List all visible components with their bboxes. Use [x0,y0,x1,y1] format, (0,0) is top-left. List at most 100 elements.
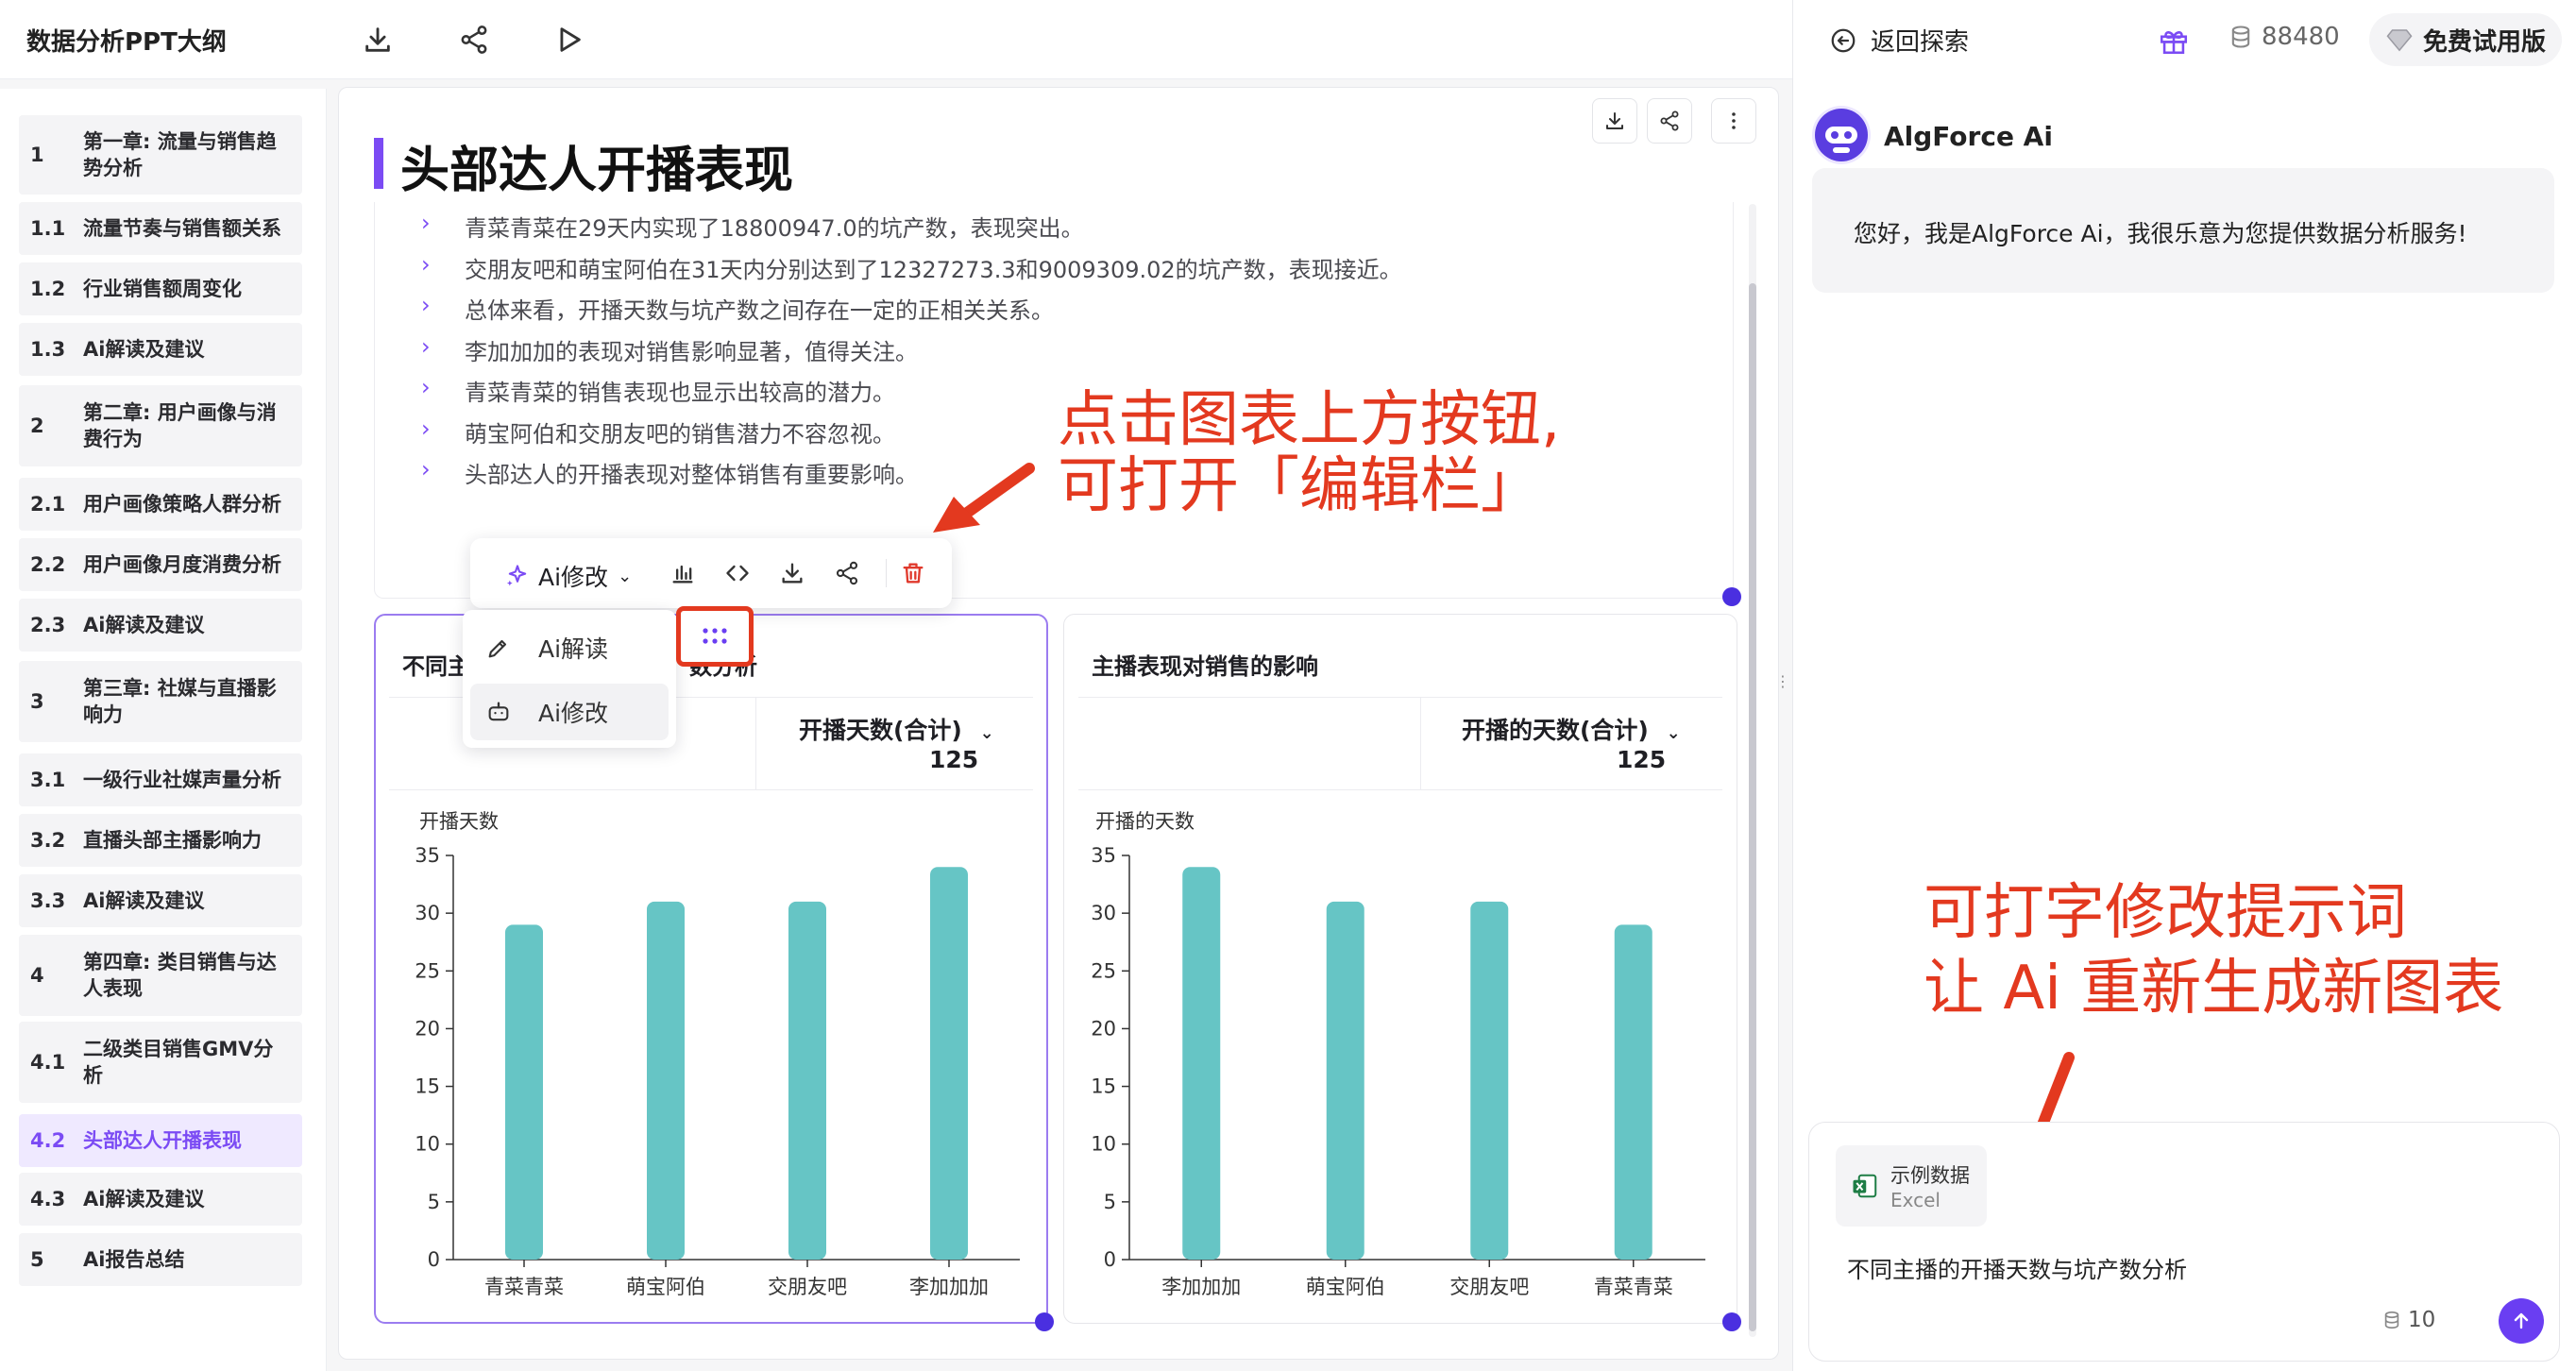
outline-item[interactable]: 4.1 二级类目销售GMV分析 [19,1022,302,1103]
gift-button[interactable] [2158,25,2190,60]
chevron-right-icon: › [421,292,431,318]
x-tick-label: 青菜青菜 [484,1276,564,1298]
outline-item[interactable]: 2.2 用户画像月度消费分析 [19,538,302,591]
download-icon [365,27,390,52]
menu-item-ai-interpret[interactable]: Ai解读 [470,619,669,676]
outline-item[interactable]: 3.3 Ai解读及建议 [19,874,302,927]
insight-text: 总体来看，开播天数与坑产数之间存在一定的正相关关系。 [465,297,1054,324]
outline-item-number: 4.2 [30,1129,66,1152]
y-tick-label: 35 [415,844,440,867]
attachment-name: 示例数据 [1890,1164,1970,1187]
chart-card-title: 不同主 [402,653,470,680]
outline-item[interactable]: 5 Ai报告总结 [19,1233,302,1286]
outline-item-label: 行业销售额周变化 [83,278,242,300]
outline-item[interactable]: 2.3 Ai解读及建议 [19,599,302,652]
outline-item[interactable]: 3.1 一级行业社媒声量分析 [19,753,302,806]
outline-item[interactable]: 3.2 直播头部主播影响力 [19,814,302,867]
menu-item-ai-edit[interactable]: Ai修改 [470,684,669,740]
outline-item-number: 1 [30,144,44,166]
slide-more-button[interactable] [1711,98,1756,144]
grid-menu-button[interactable] [676,606,754,667]
scrollbar-thumb[interactable] [1749,283,1756,1331]
chart-download-button[interactable] [774,555,810,591]
slide-download-button[interactable] [1592,98,1637,144]
insight-text: 青菜青菜的销售表现也显示出较高的潜力。 [465,380,895,406]
chat-input-area[interactable]: 示例数据 Excel 不同主播的开播天数与坑产数分析 10 [1808,1122,2560,1362]
resize-handle[interactable] [1722,1312,1741,1331]
metric-dropdown[interactable]: 开播的天数(合计) ⌄ [1462,712,1681,746]
outline-item[interactable]: 2.1 用户画像策略人群分析 [19,478,302,531]
outline-item-label: 第一章: 流量与销售趋势分析 [83,130,277,179]
outline-item-number: 2.2 [30,553,66,576]
share-icon [1660,110,1679,131]
free-trial-button[interactable]: 免费试用版 [2369,13,2562,66]
outline-item-label: 流量节奏与销售额关系 [83,217,281,240]
document-title: 数据分析PPT大纲 [26,28,227,57]
metric-value: 125 [1617,746,1667,773]
y-tick-label: 5 [1104,1191,1116,1213]
y-tick-label: 20 [1091,1017,1116,1040]
outline-item-number: 4 [30,964,44,987]
cost-value: 10 [2408,1308,2436,1332]
y-tick-label: 0 [1104,1248,1116,1271]
outline-item-label: 直播头部主播影响力 [83,829,262,852]
y-tick-label: 10 [1091,1133,1116,1156]
y-tick-label: 30 [415,902,440,924]
chart-share-button[interactable] [829,555,865,591]
prompt-input[interactable]: 不同主播的开播天数与坑产数分析 [1847,1251,2187,1284]
slide-share-button[interactable] [1647,98,1692,144]
chart-delete-button[interactable] [895,555,931,591]
outline-item[interactable]: 4.3 Ai解读及建议 [19,1173,302,1226]
outline-item-number: 1.3 [30,338,66,361]
attachment-type: Excel [1890,1189,1940,1211]
attachment-chip[interactable]: 示例数据 Excel [1836,1145,1987,1227]
download-button[interactable] [357,19,398,60]
robot-icon [1815,109,1868,161]
outline-item[interactable]: 1.3 Ai解读及建议 [19,323,302,376]
back-button[interactable]: 返回探索 [1829,23,1969,58]
outline-item[interactable]: 4 第四章: 类目销售与达人表现 [19,935,302,1016]
divider [886,559,887,587]
divider [755,697,756,789]
ai-edit-menu-button[interactable]: Ai修改 ⌄ [504,559,632,593]
outline-item[interactable]: 1.2 行业销售额周变化 [19,262,302,315]
divider [1078,789,1722,790]
share-button[interactable] [453,19,495,60]
chart-card-title: 主播表现对销售的影响 [1092,653,1318,680]
send-button[interactable] [2499,1298,2544,1344]
annotation-text: 让 Ai 重新生成新图表 [1924,954,2504,1024]
x-tick-label: 青菜青菜 [1594,1276,1673,1298]
menu-item-label: Ai修改 [538,700,609,727]
gift-icon [2160,31,2188,55]
resize-handle[interactable] [1722,587,1741,606]
outline-item[interactable]: 1.1 流量节奏与销售额关系 [19,202,302,255]
outline-item-label: Ai解读及建议 [83,614,205,636]
resize-handle[interactable] [1035,1312,1054,1331]
chevron-right-icon: › [421,210,431,236]
outline-item[interactable]: 4.2 头部达人开播表现 [19,1114,302,1167]
insight-text: 萌宝阿伯和交朋友吧的销售潜力不容忽视。 [465,420,895,448]
outline-item-number: 4.1 [30,1051,66,1074]
outline-item[interactable]: 3 第三章: 社媒与直播影响力 [19,661,302,742]
outline-item-number: 3.3 [30,889,66,912]
ai-edit-label: Ai修改 [538,564,609,591]
back-arrow-icon [1831,28,1856,52]
bar [1182,867,1221,1260]
chart-edit-toolbar: Ai修改 ⌄ [470,538,952,608]
outline-item[interactable]: 2 第二章: 用户画像与消费行为 [19,385,302,466]
pen-icon [470,635,527,661]
outline-item-number: 2.1 [30,493,66,516]
outline-item[interactable]: 1 第一章: 流量与销售趋势分析 [19,115,302,195]
chart-type-button[interactable] [665,555,701,591]
title-accent-bar [374,138,383,189]
sparkle-icon [506,565,527,586]
y-tick-label: 15 [415,1075,440,1098]
metric-dropdown[interactable]: 开播天数(合计) ⌄ [799,712,994,746]
outline-item-number: 3 [30,690,44,713]
play-button[interactable] [548,19,589,60]
code-button[interactable] [720,555,755,591]
more-vertical-icon [1732,112,1736,129]
annotation-text: 可打字修改提示词 [1924,878,2407,948]
outline-item-label: Ai报告总结 [83,1248,185,1271]
coins-icon [2231,25,2250,48]
